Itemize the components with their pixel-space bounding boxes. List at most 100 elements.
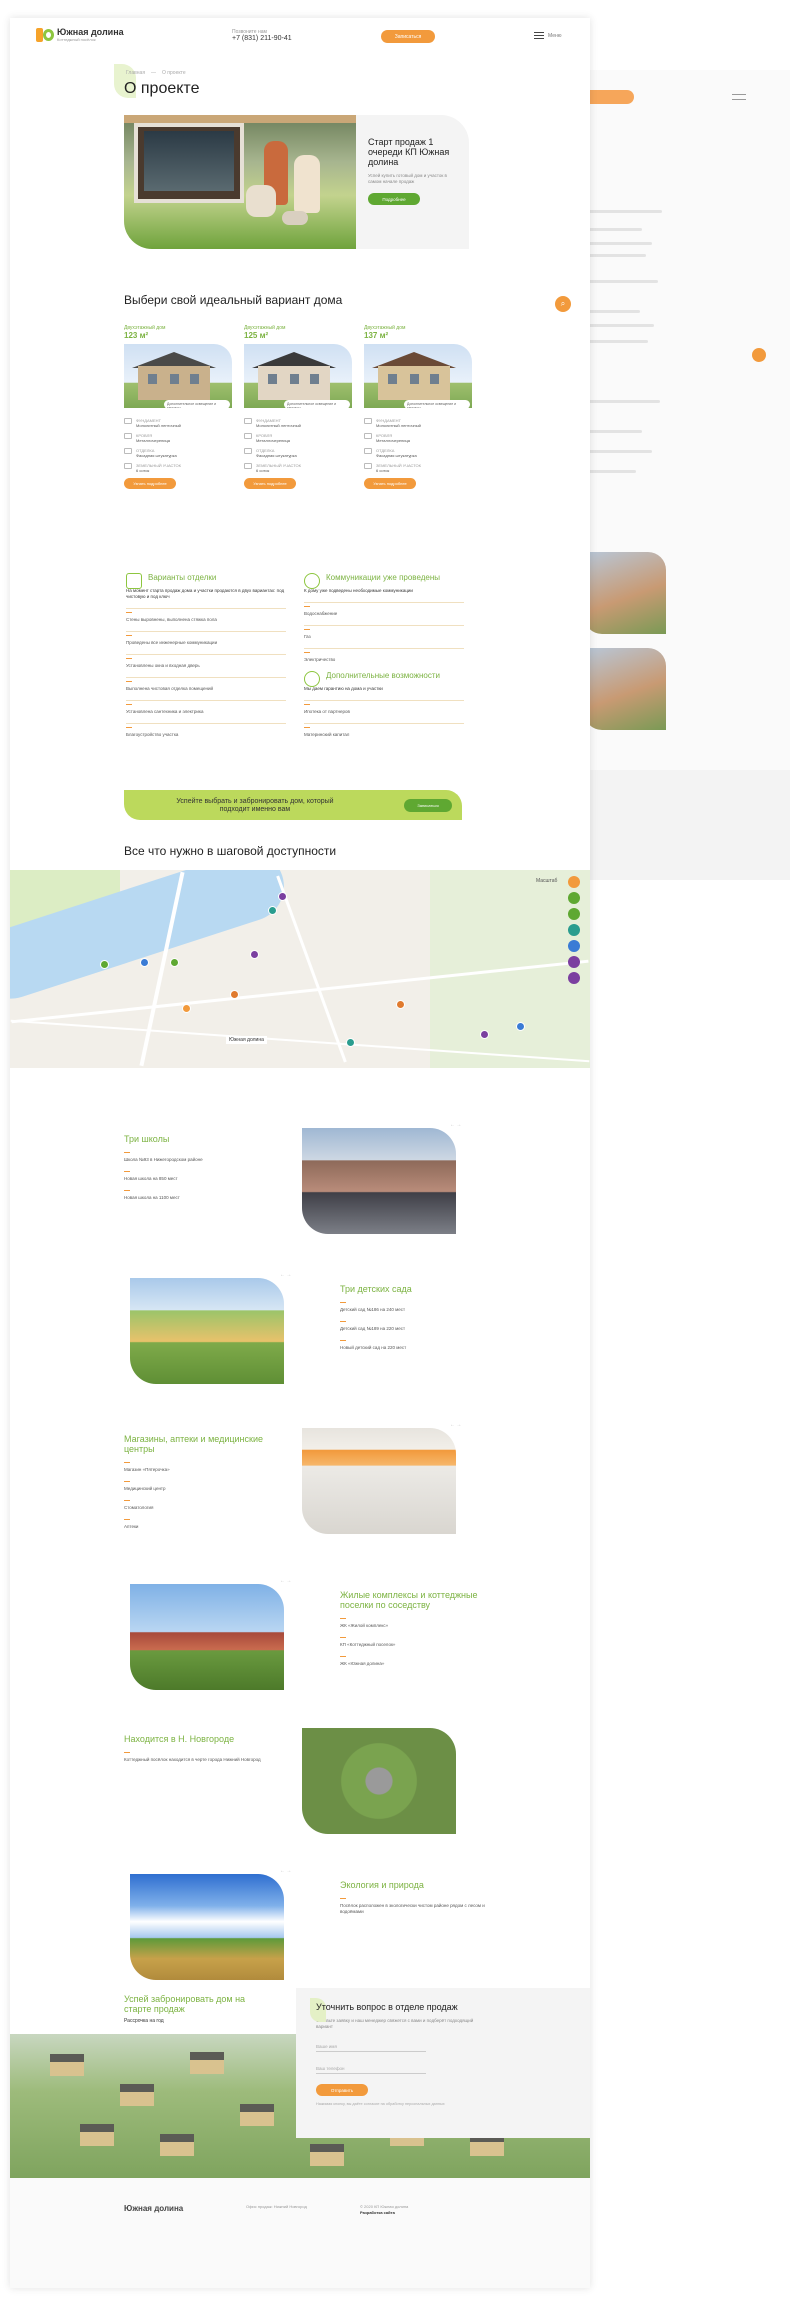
house-tag: Дополнительное освещение и террасы bbox=[164, 400, 230, 408]
kindergarten-photo bbox=[130, 1278, 284, 1384]
shops-item: Аптеки bbox=[124, 1519, 274, 1530]
booking-title: Успей забронировать дом на старте продаж bbox=[124, 1994, 246, 2014]
submit-button[interactable]: Отправить bbox=[316, 2084, 368, 2096]
map-pin[interactable] bbox=[516, 1022, 525, 1031]
map-pin[interactable] bbox=[396, 1000, 405, 1009]
filter-sport-icon[interactable] bbox=[568, 956, 580, 968]
slider-arrows[interactable]: ← → bbox=[280, 1578, 291, 1584]
ecology-block: ← → Экология и природа Посёлок расположе… bbox=[10, 1868, 590, 1994]
kindergartens-block: ← → Три детских сада Детский сад №186 на… bbox=[10, 1272, 590, 1398]
schools-block: Три школы Школа №93 в Нижегородском райо… bbox=[10, 1122, 590, 1248]
schools-text: Три школы Школа №93 в Нижегородском райо… bbox=[124, 1134, 274, 1209]
schools-item: Новая школа на 850 мест bbox=[124, 1171, 274, 1182]
filter-shop-icon[interactable] bbox=[568, 940, 580, 952]
cta-banner: Успейте выбрать и забронировать дом, кот… bbox=[124, 790, 462, 820]
breadcrumb-home[interactable]: Главная bbox=[126, 70, 145, 76]
utility-item: Газ bbox=[304, 625, 464, 640]
extra-item: Материнский капитал bbox=[304, 723, 464, 738]
house-card[interactable]: Двухэтажный дом 137 м² Дополнительное ос… bbox=[364, 325, 472, 489]
schools-item: Школа №93 в Нижегородском районе bbox=[124, 1152, 274, 1163]
phone-field[interactable]: Ваш телефон bbox=[316, 2062, 426, 2074]
utilities-title: Коммуникации уже проведены bbox=[326, 573, 441, 582]
slider-arrows[interactable]: ← → bbox=[450, 1122, 461, 1128]
kindergartens-title: Три детских сада bbox=[340, 1284, 412, 1294]
city-aerial-photo bbox=[302, 1728, 456, 1834]
map-pin[interactable] bbox=[100, 960, 109, 969]
house-image: Дополнительное освещение и террасы bbox=[244, 344, 352, 408]
map-village-label: Южная долина bbox=[226, 1036, 267, 1044]
ecology-text: Экология и природа Посёлок расположен в … bbox=[340, 1880, 490, 1923]
contact-form: Уточнить вопрос в отделе продаж Оставьте… bbox=[296, 1988, 590, 2138]
location-text: Находится в Н. Новгороде Коттеджный посё… bbox=[124, 1734, 274, 1771]
slider-arrows[interactable]: ← → bbox=[450, 1422, 461, 1428]
house-details-button[interactable]: Узнать подробнее bbox=[364, 478, 416, 489]
hero-more-button[interactable]: Подробнее bbox=[368, 193, 420, 205]
booking-subtitle: Рассрочка на год bbox=[124, 2018, 164, 2024]
map-pin[interactable] bbox=[278, 892, 287, 901]
map-pin[interactable] bbox=[346, 1038, 355, 1047]
search-icon[interactable]: ⌕ bbox=[555, 296, 571, 312]
breadcrumb-separator: — bbox=[151, 70, 157, 76]
land-icon bbox=[124, 463, 132, 469]
hero-card: Старт продаж 1 очереди КП Южная долина У… bbox=[356, 115, 469, 249]
filter-transport-icon[interactable] bbox=[568, 972, 580, 984]
footer-logo[interactable]: Южная долина bbox=[124, 2204, 183, 2213]
form-title: Уточнить вопрос в отделе продаж bbox=[316, 2002, 458, 2012]
finish-item: Благоустройство участка bbox=[126, 723, 286, 738]
utilities-lead: К дому уже подведены необходимые коммуни… bbox=[304, 588, 413, 593]
phone-number[interactable]: +7 (831) 211-90-41 bbox=[232, 35, 292, 42]
location-title: Находится в Н. Новгороде bbox=[124, 1734, 235, 1744]
filter-kindergarten-icon[interactable] bbox=[568, 908, 580, 920]
ecology-item: Посёлок расположен в экологически чистом… bbox=[340, 1898, 490, 1915]
slider-arrows[interactable]: ← → bbox=[280, 1868, 291, 1874]
roof-icon bbox=[124, 433, 132, 439]
house-details-button[interactable]: Узнать подробнее bbox=[124, 478, 176, 489]
menu-toggle[interactable]: Меню bbox=[534, 32, 562, 39]
site-footer: Южная долина Офис продаж: Нижний Новгоро… bbox=[10, 2178, 590, 2288]
slider-arrows[interactable]: ← → bbox=[280, 1272, 291, 1278]
filter-all-icon[interactable] bbox=[568, 876, 580, 888]
house-area: 123 м² bbox=[124, 331, 149, 340]
map-pin[interactable] bbox=[250, 950, 259, 959]
filter-medical-icon[interactable] bbox=[568, 924, 580, 936]
page: Южная долина Коттеджный посёлок Позвонит… bbox=[10, 18, 590, 2288]
logo[interactable]: Южная долина Коттеджный посёлок bbox=[36, 28, 124, 42]
lightbulb-icon bbox=[304, 573, 320, 589]
kindergartens-item: Детский сад №189 на 220 мест bbox=[340, 1321, 490, 1332]
preview-panel bbox=[582, 770, 790, 880]
finish-lead: На момент старта продаж дома и участки п… bbox=[126, 588, 285, 599]
menu-label: Меню bbox=[548, 32, 562, 39]
neighbours-title: Жилые комплексы и коттеджные поселки по … bbox=[340, 1590, 478, 1610]
house-details-button[interactable]: Узнать подробнее bbox=[244, 478, 296, 489]
finish-item: Установлена сантехника и электрика bbox=[126, 700, 286, 715]
header-callback-button[interactable]: Записаться bbox=[381, 30, 435, 43]
agreement-text: Нажимая кнопку, вы даёте согласие на обр… bbox=[316, 2102, 445, 2106]
form-text: Оставьте заявку и наш менеджер свяжется … bbox=[316, 2018, 474, 2029]
filter-school-icon[interactable] bbox=[568, 892, 580, 904]
map-pin[interactable] bbox=[230, 990, 239, 999]
paint-roller-icon bbox=[126, 573, 142, 589]
house-card[interactable]: Двухэтажный дом 123 м² Дополнительное ос… bbox=[124, 325, 232, 489]
finish-item: Стены выровнены, выполнена стяжка пола bbox=[126, 608, 286, 623]
finish-options: Варианты отделки На момент старта продаж… bbox=[126, 573, 286, 746]
map-pin[interactable] bbox=[140, 958, 149, 967]
ecology-title: Экология и природа bbox=[340, 1880, 424, 1890]
site-header: Южная долина Коттеджный посёлок Позвонит… bbox=[10, 18, 590, 54]
copyright-text: © 2020 КП Южная долина bbox=[360, 2204, 409, 2209]
logo-text: Южная долина bbox=[57, 27, 124, 37]
map-pin[interactable] bbox=[170, 958, 179, 967]
developer-link[interactable]: Разработка сайта bbox=[360, 2210, 395, 2215]
map-pin[interactable] bbox=[480, 1030, 489, 1039]
name-field[interactable]: Ваше имя bbox=[316, 2040, 426, 2052]
schools-item: Новая школа на 1100 мест bbox=[124, 1190, 274, 1201]
footer-copyright: © 2020 КП Южная долина Разработка сайта bbox=[360, 2204, 460, 2215]
house-card[interactable]: Двухэтажный дом 125 м² Дополнительное ос… bbox=[244, 325, 352, 489]
house-area: 137 м² bbox=[364, 331, 389, 340]
finish-icon bbox=[124, 448, 132, 454]
cta-button[interactable]: Записаться bbox=[404, 799, 452, 812]
phone-block[interactable]: Позвоните нам +7 (831) 211-90-41 bbox=[232, 29, 292, 42]
hero-family-photo bbox=[124, 115, 356, 249]
map-pin[interactable] bbox=[182, 1004, 191, 1013]
map-pin[interactable] bbox=[268, 906, 277, 915]
area-map[interactable]: Южная долина Масштаб bbox=[10, 870, 590, 1068]
